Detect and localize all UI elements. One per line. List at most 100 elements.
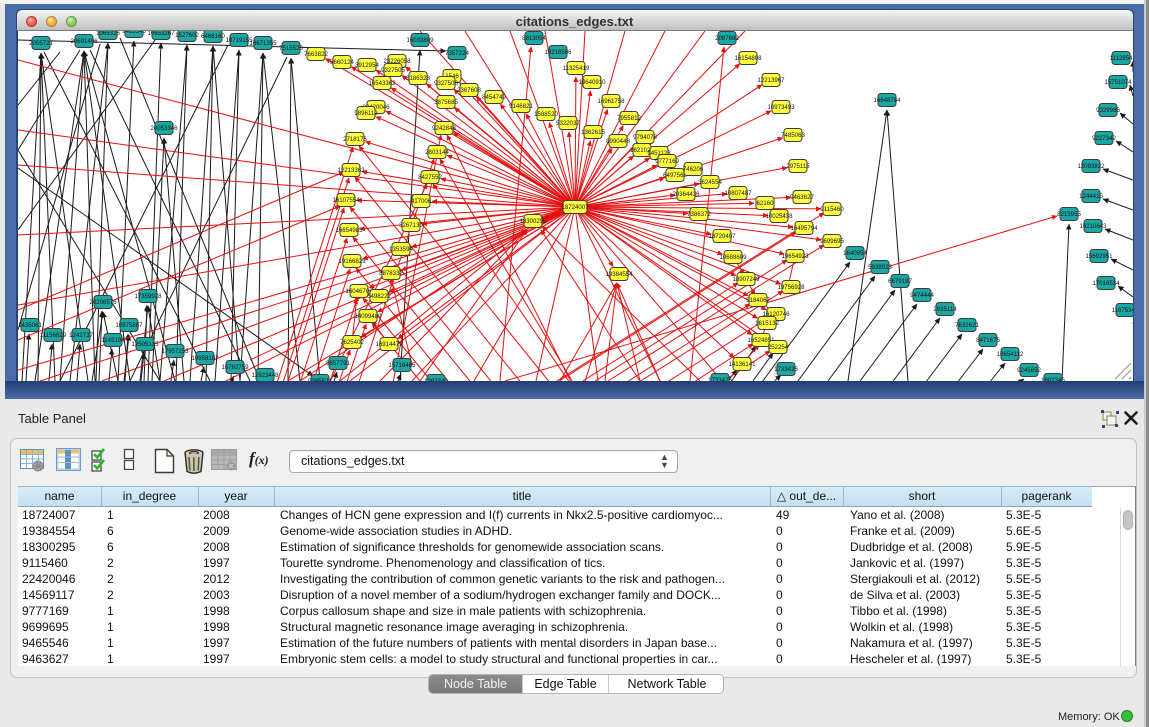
svg-text:16654985: 16654985	[335, 227, 363, 234]
svg-text:11325419: 11325419	[563, 65, 590, 72]
svg-text:7357224: 7357224	[445, 50, 469, 57]
svg-text:9463627: 9463627	[790, 194, 814, 201]
svg-text:10653267: 10653267	[147, 31, 175, 37]
svg-text:16914479: 16914479	[375, 341, 403, 348]
svg-text:1242737: 1242737	[69, 332, 93, 339]
svg-text:16782759: 16782759	[221, 364, 249, 371]
svg-text:12923448: 12923448	[251, 372, 279, 379]
svg-text:2718176: 2718176	[343, 136, 367, 143]
svg-text:7663822: 7663822	[304, 51, 328, 58]
svg-text:3624554: 3624554	[698, 179, 722, 186]
svg-text:5938923: 5938923	[868, 264, 892, 271]
svg-text:9327508: 9327508	[434, 80, 458, 87]
svg-text:12505135: 12505135	[131, 341, 159, 348]
svg-text:9777169: 9777169	[655, 158, 679, 165]
svg-text:16154808: 16154808	[734, 55, 762, 62]
svg-text:9146821: 9146821	[509, 103, 533, 110]
svg-text:7485063: 7485063	[781, 132, 805, 139]
svg-text:16495794: 16495794	[790, 225, 818, 232]
svg-text:1145194: 1145194	[101, 337, 125, 344]
svg-text:1733426: 1733426	[774, 366, 798, 373]
svg-text:10975887: 10975887	[115, 322, 143, 329]
svg-text:16648784: 16648784	[873, 97, 901, 104]
svg-text:12213363: 12213363	[337, 167, 365, 174]
svg-text:15751074: 15751074	[1104, 79, 1132, 86]
svg-text:15692951: 15692951	[1085, 253, 1113, 260]
svg-text:8471676: 8471676	[976, 337, 1000, 344]
svg-text:18300295: 18300295	[519, 218, 547, 225]
svg-text:18720407: 18720407	[708, 233, 736, 240]
svg-text:8990448: 8990448	[606, 138, 630, 145]
svg-text:12093822: 12093822	[1077, 163, 1105, 170]
svg-text:20206576: 20206576	[89, 299, 117, 306]
svg-text:8660124: 8660124	[330, 59, 354, 66]
svg-text:5498222: 5498222	[367, 293, 391, 300]
svg-text:8454749: 8454749	[482, 94, 506, 101]
svg-text:7386372: 7386372	[687, 211, 711, 218]
svg-text:5322037: 5322037	[556, 120, 580, 127]
svg-text:9245652: 9245652	[1017, 367, 1041, 374]
svg-text:15716485: 15716485	[388, 362, 416, 369]
svg-text:7632621: 7632621	[955, 322, 979, 329]
svg-text:17016534: 17016534	[1092, 280, 1120, 287]
svg-text:1527602: 1527602	[175, 32, 199, 39]
svg-text:6679197: 6679197	[888, 278, 912, 285]
svg-text:19756928: 19756928	[777, 284, 805, 291]
svg-text:9857791: 9857791	[326, 360, 350, 367]
svg-text:8813054: 8813054	[522, 35, 546, 42]
svg-text:20691406: 20691406	[70, 38, 98, 45]
svg-text:3267130: 3267130	[399, 222, 423, 229]
svg-text:16671355: 16671355	[249, 40, 277, 47]
svg-text:19654923: 19654923	[781, 253, 809, 260]
svg-text:16961758: 16961758	[597, 98, 625, 105]
svg-text:9463546: 9463546	[122, 31, 146, 35]
svg-text:9329986: 9329986	[1096, 107, 1120, 114]
svg-text:9699695: 9699695	[820, 238, 844, 245]
svg-text:9227342: 9227342	[1092, 135, 1116, 142]
svg-text:2055721: 2055721	[29, 40, 53, 47]
svg-text:7955812: 7955812	[617, 115, 641, 122]
svg-text:19166829: 19166829	[338, 258, 366, 265]
svg-text:9896112: 9896112	[354, 110, 378, 117]
svg-text:10654112: 10654112	[997, 351, 1024, 358]
svg-text:1065326: 1065326	[96, 31, 120, 37]
svg-text:17359928: 17359928	[134, 293, 162, 300]
svg-text:18640910: 18640910	[578, 79, 606, 86]
svg-text:1353594: 1353594	[389, 246, 413, 253]
svg-text:8186328: 8186328	[406, 75, 430, 82]
svg-text:9184067: 9184067	[746, 297, 770, 304]
svg-text:3875685: 3875685	[434, 99, 458, 106]
svg-text:11156829: 11156829	[40, 332, 67, 339]
svg-text:8427552: 8427552	[418, 174, 442, 181]
svg-text:2803144: 2803144	[425, 149, 449, 156]
svg-text:10973493: 10973493	[767, 104, 795, 111]
svg-text:18724007: 18724007	[561, 204, 589, 211]
svg-text:2975115: 2975115	[786, 163, 810, 170]
svg-text:1615132: 1615132	[755, 320, 779, 327]
svg-text:16210643: 16210643	[1079, 223, 1107, 230]
svg-text:16033809: 16033809	[406, 37, 434, 44]
svg-text:2087682: 2087682	[715, 35, 739, 42]
svg-text:2367608: 2367608	[457, 87, 481, 94]
svg-text:12213967: 12213967	[757, 77, 785, 84]
svg-text:7625402: 7625402	[340, 339, 364, 346]
svg-text:6466160: 6466160	[201, 33, 225, 40]
svg-text:16543362: 16543362	[368, 80, 396, 87]
svg-text:746206: 746206	[683, 166, 704, 173]
svg-text:417006: 417006	[411, 198, 432, 205]
svg-text:9327505: 9327505	[381, 67, 405, 74]
svg-text:20364436: 20364436	[672, 191, 700, 198]
svg-text:20053346: 20053346	[150, 125, 178, 132]
svg-text:252254: 252254	[768, 344, 789, 351]
svg-text:8878332: 8878332	[379, 270, 403, 277]
svg-text:7515526: 7515526	[279, 45, 303, 52]
svg-text:1588520: 1588520	[534, 111, 558, 118]
svg-text:17957253: 17957253	[161, 348, 189, 355]
svg-text:10807487: 10807487	[724, 190, 752, 197]
svg-text:9115460: 9115460	[820, 206, 844, 213]
svg-text:2935114: 2935114	[933, 306, 957, 313]
svg-text:14136141: 14136141	[728, 361, 756, 368]
svg-text:19384554: 19384554	[605, 271, 633, 278]
svg-text:18907249: 18907249	[732, 276, 760, 283]
svg-text:1112854: 1112854	[1110, 55, 1133, 62]
